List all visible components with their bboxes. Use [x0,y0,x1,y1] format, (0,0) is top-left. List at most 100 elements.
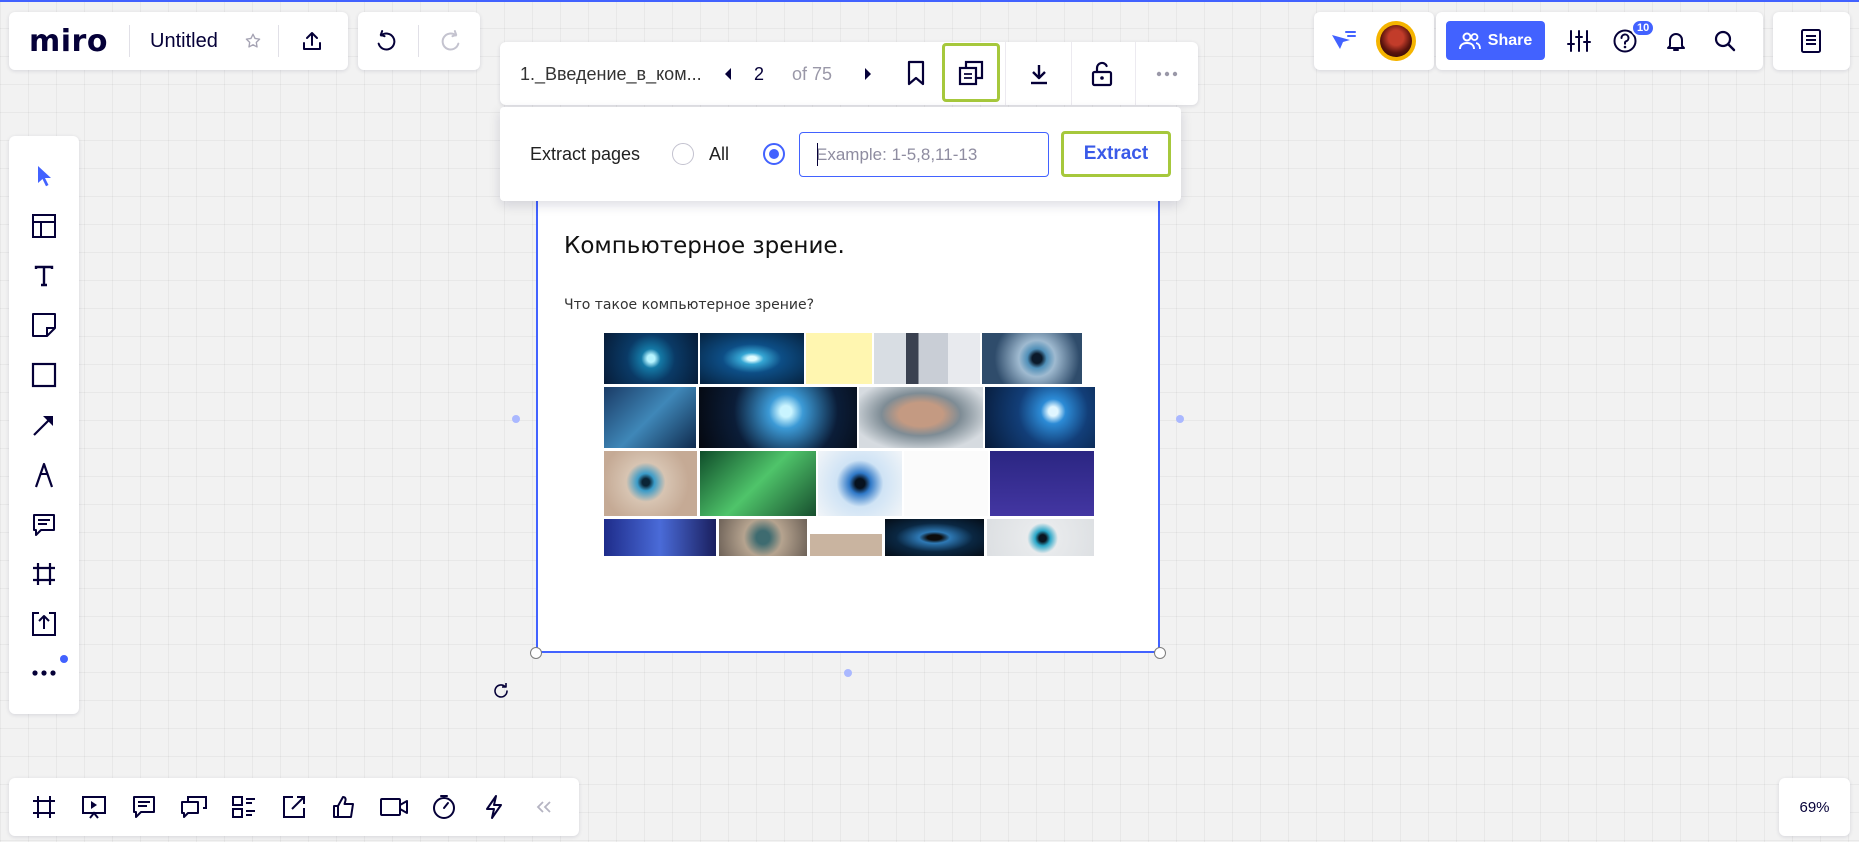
search-icon[interactable] [1706,22,1744,60]
collage-image [700,451,816,516]
resize-handle-bottom-left[interactable] [530,647,542,659]
collage-image [885,519,984,556]
connect-handle-bottom[interactable] [844,669,852,677]
extract-button[interactable]: Extract [1061,131,1171,177]
collage-image [604,519,716,556]
download-icon[interactable] [1020,55,1058,93]
bookmark-icon[interactable] [898,55,934,91]
templates-icon[interactable] [19,204,69,248]
share-label: Share [1487,31,1533,49]
lightning-icon[interactable] [472,785,516,829]
bell-icon[interactable] [1657,22,1695,60]
pdf-file-name: 1._Введение_в_ком... [520,64,702,84]
notes-icon[interactable] [1792,22,1830,60]
chat-icon[interactable] [172,785,216,829]
board-top-border [0,0,1859,2]
collage-image [806,333,872,384]
cards-icon[interactable] [222,785,266,829]
avatar[interactable] [1376,21,1416,61]
frame-tool-icon[interactable] [19,552,69,596]
collage-image [987,519,1094,556]
next-page-icon[interactable] [858,64,878,84]
collapse-toolbar-icon[interactable] [522,785,566,829]
undo-icon[interactable] [367,22,405,60]
presentation-icon[interactable] [72,785,116,829]
divider [129,25,130,57]
collage-image [604,451,697,516]
collaboration-toolbar [9,778,579,836]
collage-image [810,519,882,556]
collage-image [604,333,698,384]
collage-image [982,333,1082,384]
collage-image [985,387,1095,448]
comments-icon[interactable] [122,785,166,829]
notes-panel [1773,12,1850,70]
radio-all[interactable] [672,143,694,165]
text-caret [817,143,818,166]
shape-tool-icon[interactable] [19,353,69,397]
share-panel: Share 10 [1436,12,1763,70]
board-header: miro Untitled [9,12,348,70]
select-tool-icon[interactable] [19,154,69,198]
video-call-icon[interactable] [372,785,416,829]
upload-file-icon[interactable] [19,602,69,646]
voting-icon[interactable] [322,785,366,829]
divider [418,25,419,57]
radio-all-label[interactable]: All [709,144,729,165]
connection-line-icon[interactable] [19,403,69,447]
collaboration-panel [1314,12,1434,70]
share-screen-icon[interactable] [272,785,316,829]
slide-title: Компьютерное зрение. [564,233,845,259]
page-total: of 75 [792,64,833,84]
divider [1071,42,1072,105]
undo-redo-panel [358,12,480,70]
more-options-icon[interactable] [1148,55,1186,93]
share-button[interactable]: Share [1446,21,1545,60]
resize-handle-bottom-right[interactable] [1154,647,1166,659]
page-number-input[interactable]: 2 [754,64,764,85]
users-icon [1458,32,1481,50]
collage-image [699,387,857,448]
text-tool-icon[interactable] [19,254,69,298]
pdf-toolbar: 1._Введение_в_ком... 2 of 75 [500,42,1198,105]
copy-pages-icon [957,59,985,87]
timer-icon[interactable] [422,785,466,829]
extract-pages-label: Extract pages [530,144,641,164]
collage-image [604,387,696,448]
connect-handle-left[interactable] [512,415,520,423]
radio-custom-range[interactable] [763,143,785,165]
pen-tool-icon[interactable] [19,453,69,497]
help-count-badge: 10 [1631,19,1656,37]
settings-sliders-icon[interactable] [1560,22,1598,60]
collage-image [818,451,902,516]
collage-image [874,333,980,384]
page-range-input[interactable] [799,132,1049,177]
collage-image [859,387,983,448]
collage-image [990,451,1094,516]
frames-icon[interactable] [22,785,66,829]
unlock-icon[interactable] [1083,55,1121,93]
connect-handle-right[interactable] [1176,415,1184,423]
slide-subtitle: Что такое компьютерное зрение? [564,297,815,313]
comment-icon[interactable] [19,503,69,547]
collage-image [719,519,807,556]
board-title[interactable]: Untitled [150,30,218,53]
collage-image [904,451,988,516]
reactions-cursor-icon[interactable] [1326,24,1360,58]
star-icon[interactable] [241,29,265,53]
zoom-level[interactable]: 69% [1779,778,1850,836]
slide-image-collage [604,333,1095,556]
divider [1135,42,1136,105]
miro-logo[interactable]: miro [29,24,108,59]
rotate-icon[interactable] [490,680,512,707]
extract-pages-button[interactable] [942,43,1000,102]
redo-icon[interactable] [432,22,470,60]
previous-page-icon[interactable] [718,64,738,84]
upload-icon[interactable] [293,22,331,60]
notification-dot [60,655,68,663]
collage-image [700,333,804,384]
extract-pages-popover: Extract pages All Extract [500,107,1181,201]
sticky-note-icon[interactable] [19,303,69,347]
divider [1005,42,1006,105]
creation-toolbar [9,136,79,714]
